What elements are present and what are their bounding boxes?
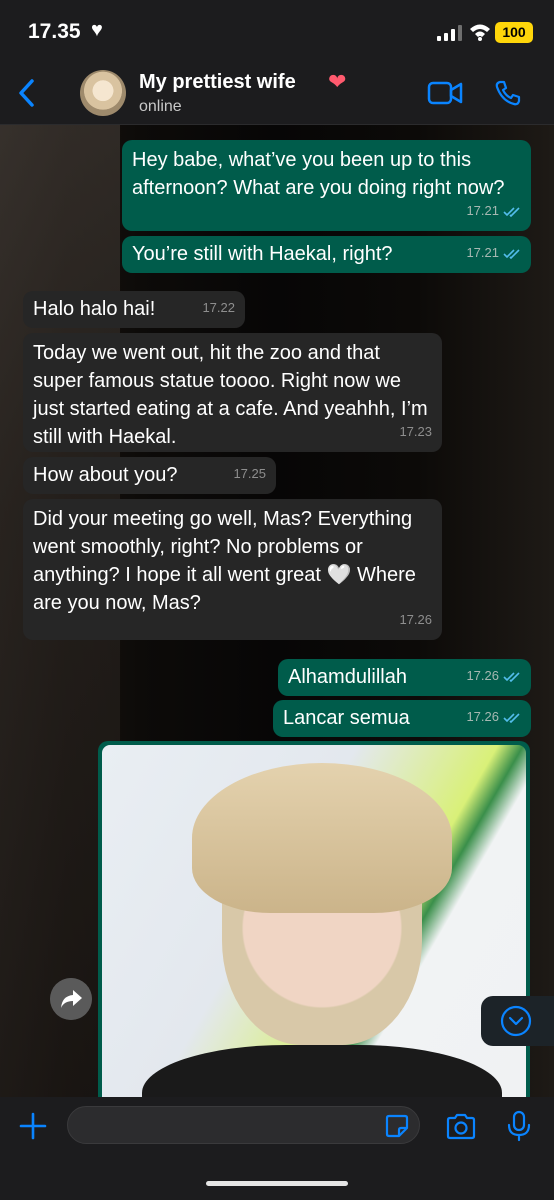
- signal-icon: [437, 25, 462, 41]
- message-bubble-incoming[interactable]: Did your meeting go well, Mas? Everythin…: [23, 499, 442, 640]
- message-time: 17.25: [233, 466, 266, 481]
- forward-share-icon[interactable]: [50, 978, 92, 1020]
- message-time: 17.26: [466, 668, 499, 683]
- message-bubble-incoming[interactable]: Halo halo hai! 17.22: [23, 291, 245, 328]
- status-bar: 17.35 ♥ 100: [0, 0, 554, 62]
- chevron-down-icon: [500, 1005, 532, 1037]
- message-text: Did your meeting go well, Mas? Everythin…: [33, 508, 416, 614]
- message-bubble-outgoing[interactable]: Alhamdulillah 17.26: [278, 659, 531, 696]
- read-receipt-icon: [503, 671, 520, 682]
- chat-status: online: [139, 98, 182, 115]
- message-text: Lancar semua: [283, 707, 410, 729]
- plus-icon[interactable]: [18, 1111, 48, 1141]
- message-input[interactable]: [67, 1106, 420, 1144]
- message-text: Halo halo hai!: [33, 298, 156, 320]
- message-text: You’re still with Haekal, right?: [132, 243, 393, 265]
- message-bubble-outgoing[interactable]: Lancar semua 17.26: [273, 700, 531, 737]
- message-bubble-incoming[interactable]: Today we went out, hit the zoo and that …: [23, 333, 442, 452]
- sticker-icon[interactable]: [384, 1113, 410, 1139]
- back-chevron-icon[interactable]: [14, 76, 40, 110]
- message-bubble-incoming[interactable]: How about you? 17.25: [23, 457, 276, 494]
- chat-header: My prettiest wife ❤ online: [0, 62, 554, 125]
- message-bubble-outgoing[interactable]: You’re still with Haekal, right? 17.21: [122, 236, 531, 273]
- video-call-icon[interactable]: [427, 80, 463, 106]
- message-composer: [0, 1097, 554, 1200]
- read-receipt-icon: [503, 712, 520, 723]
- photo-person-body: [142, 1045, 502, 1097]
- message-time: 17.22: [202, 300, 235, 315]
- photo-person-hair: [192, 763, 452, 913]
- scroll-to-bottom-button[interactable]: [481, 996, 554, 1046]
- message-text: Alhamdulillah: [288, 666, 407, 688]
- message-time: 17.23: [399, 424, 432, 439]
- wifi-icon: [470, 24, 490, 41]
- photo-message[interactable]: [98, 741, 530, 1097]
- chat-title[interactable]: My prettiest wife: [139, 71, 296, 94]
- read-receipt-icon: [503, 248, 520, 259]
- heart-icon: ♥: [91, 19, 103, 41]
- message-time: 17.21: [466, 203, 499, 218]
- chat-area[interactable]: Hey babe, what’ve you been up to this af…: [0, 125, 554, 1097]
- message-text: How about you?: [33, 464, 178, 486]
- microphone-icon[interactable]: [506, 1110, 532, 1142]
- avatar[interactable]: [80, 70, 126, 116]
- photo-image: [102, 745, 526, 1097]
- message-time: 17.21: [466, 245, 499, 260]
- message-text: Hey babe, what’ve you been up to this af…: [132, 149, 505, 199]
- message-time: 17.26: [466, 709, 499, 724]
- status-time: 17.35: [28, 20, 81, 43]
- read-receipt-icon: [503, 206, 520, 217]
- home-indicator: [206, 1181, 348, 1186]
- message-time: 17.26: [399, 612, 432, 627]
- camera-icon[interactable]: [445, 1112, 477, 1140]
- mending-heart-icon: ❤: [328, 69, 347, 94]
- phone-call-icon[interactable]: [494, 79, 522, 107]
- message-bubble-outgoing[interactable]: Hey babe, what’ve you been up to this af…: [122, 140, 531, 231]
- message-text: Today we went out, hit the zoo and that …: [33, 342, 428, 448]
- battery-icon: 100: [495, 22, 533, 43]
